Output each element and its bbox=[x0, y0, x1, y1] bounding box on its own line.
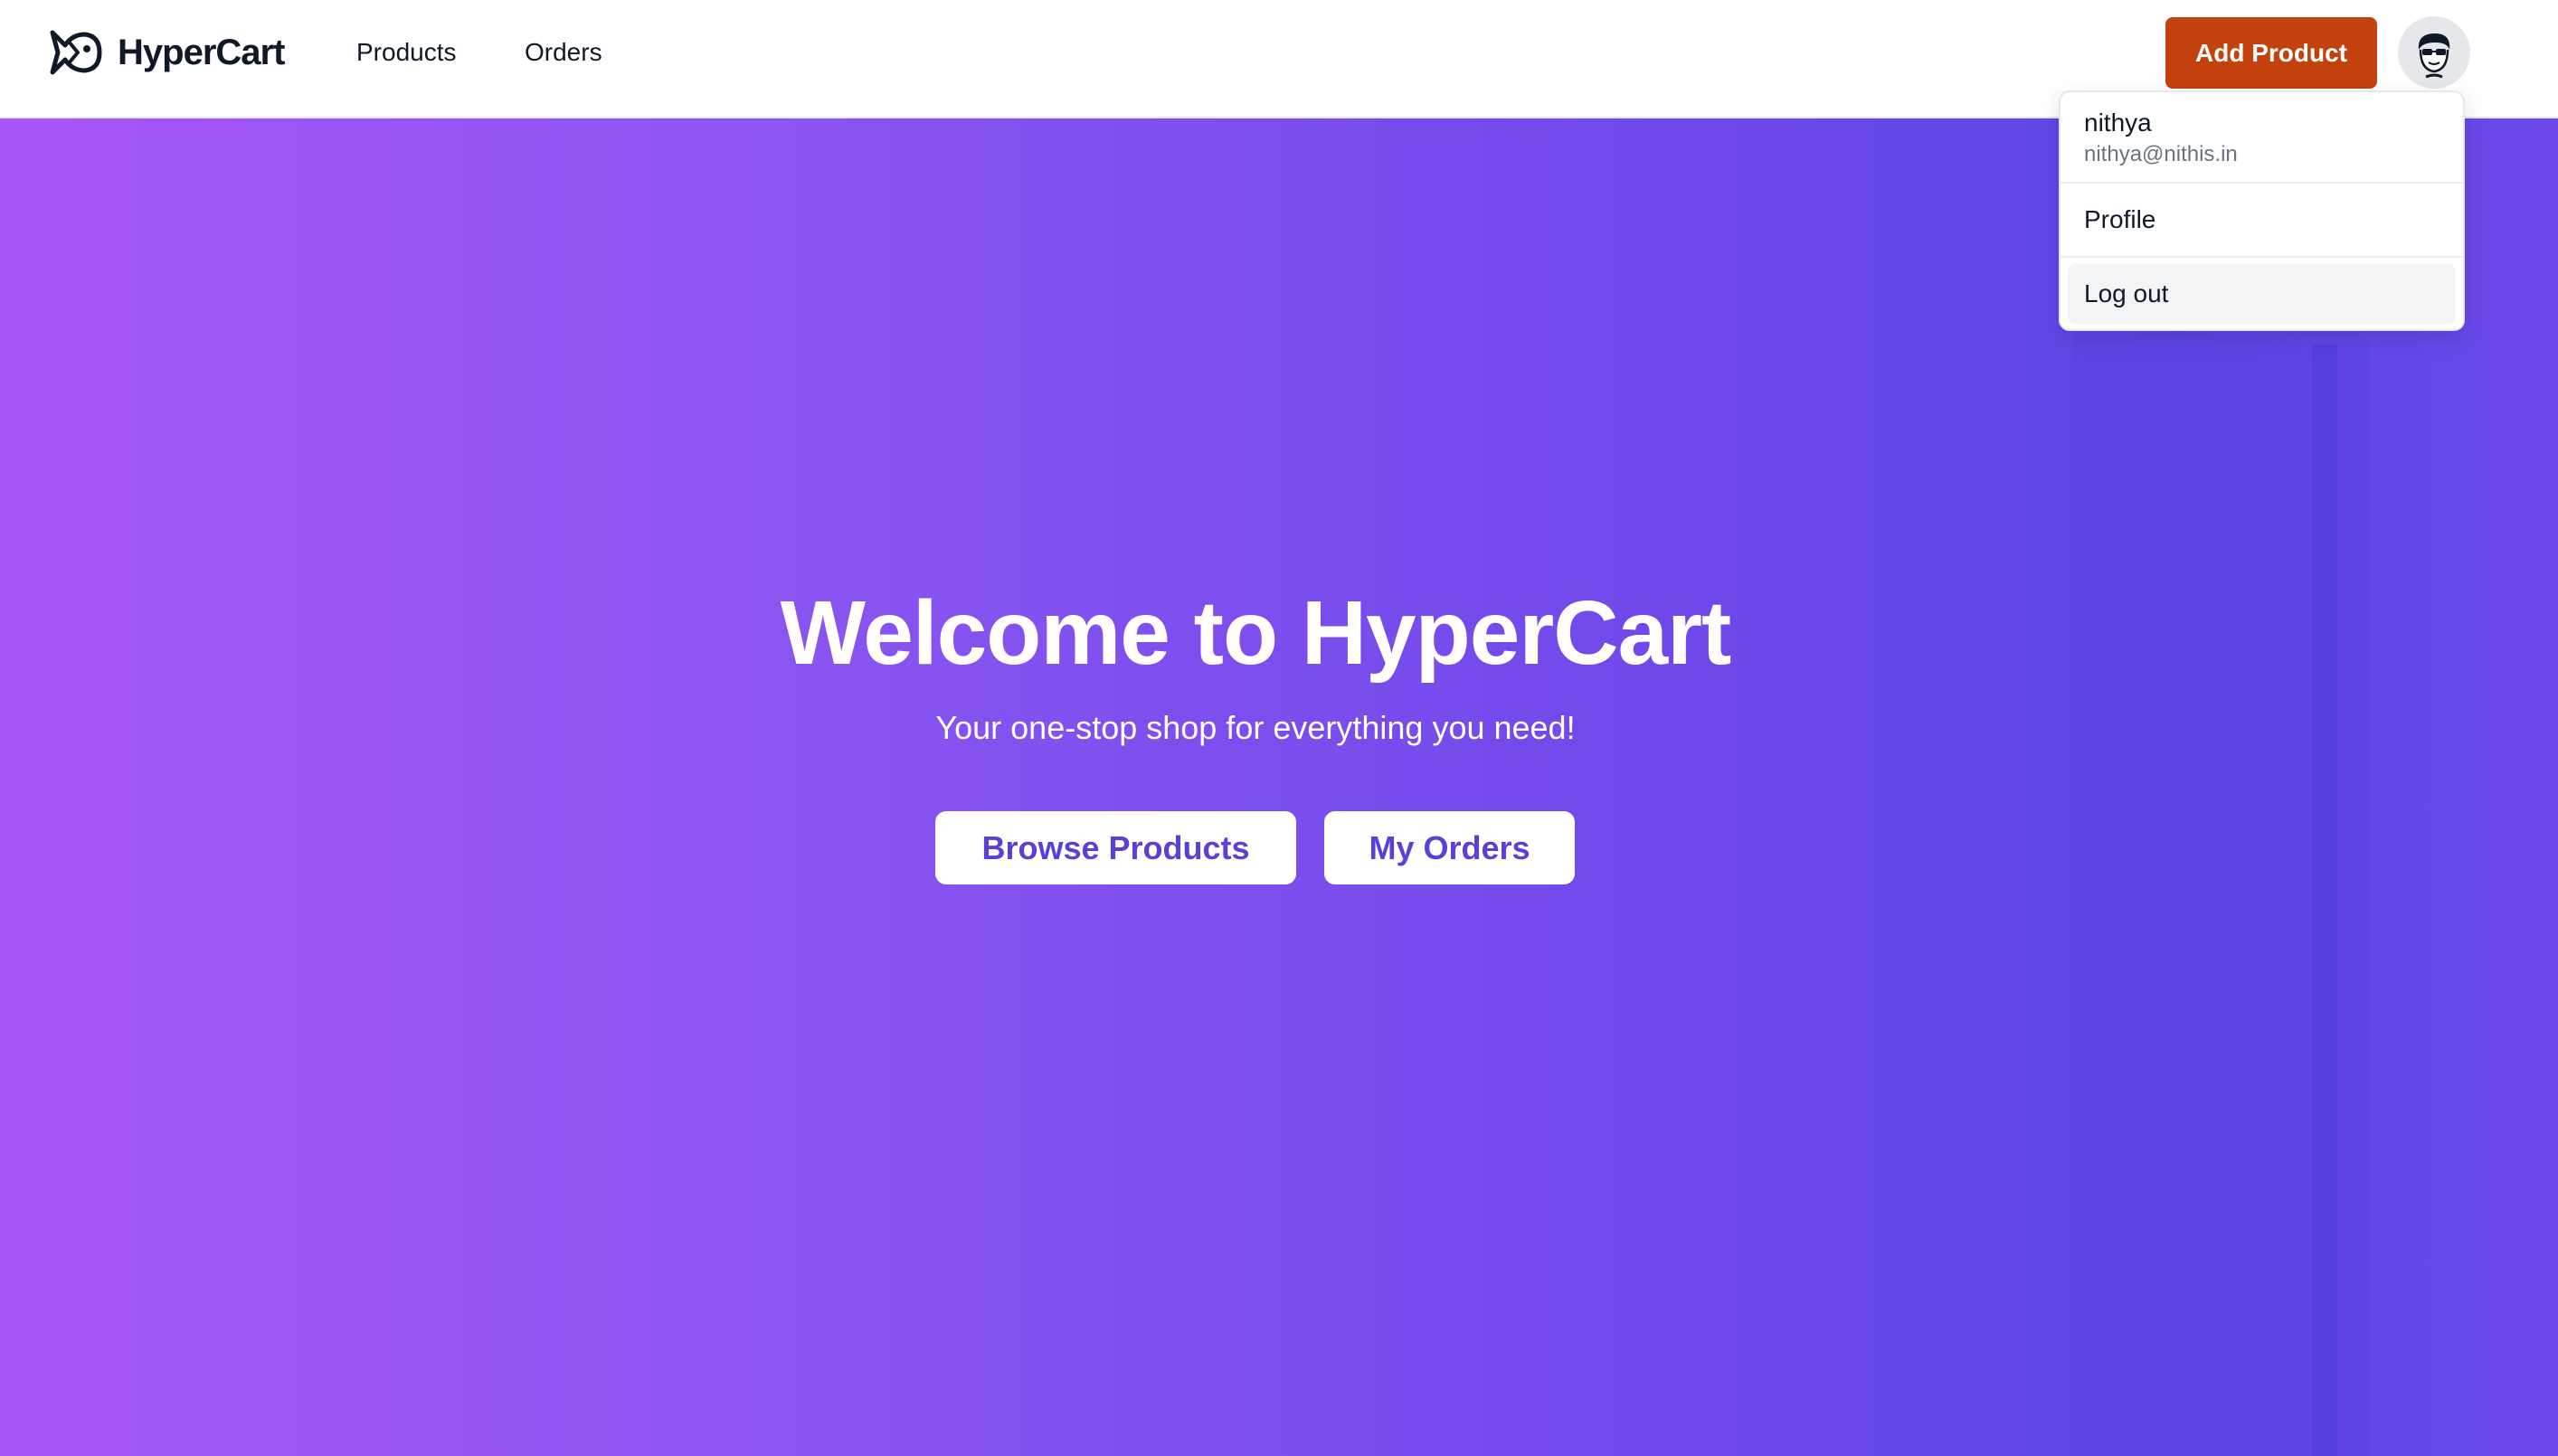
user-dropdown-menu: nithya nithya@nithis.in Profile Log out bbox=[2059, 90, 2465, 331]
browse-products-button[interactable]: Browse Products bbox=[935, 811, 1296, 884]
nav-link-products[interactable]: Products bbox=[356, 34, 457, 71]
hero-background-stripe bbox=[2312, 345, 2337, 1456]
brand-name: HyperCart bbox=[118, 32, 285, 72]
dropdown-user-email: nithya@nithis.in bbox=[2084, 142, 2238, 166]
hero-subtitle: Your one-stop shop for everything you ne… bbox=[935, 709, 1576, 746]
brand-link[interactable]: HyperCart bbox=[47, 25, 285, 80]
nav-link-orders[interactable]: Orders bbox=[525, 34, 602, 71]
dropdown-item-logout[interactable]: Log out bbox=[2068, 264, 2456, 324]
hero-title: Welcome to HyperCart bbox=[780, 582, 1732, 684]
dropdown-item-profile[interactable]: Profile bbox=[2068, 190, 2456, 250]
dropdown-user-name: nithya bbox=[2084, 109, 2152, 137]
fish-logo-icon bbox=[50, 30, 102, 75]
dropdown-divider bbox=[2061, 256, 2463, 258]
dropdown-user-info: nithya nithya@nithis.in bbox=[2084, 105, 2238, 168]
user-avatar-button[interactable] bbox=[2398, 16, 2470, 89]
dropdown-divider bbox=[2061, 182, 2463, 184]
add-product-button[interactable]: Add Product bbox=[2165, 17, 2377, 89]
my-orders-button[interactable]: My Orders bbox=[1324, 811, 1575, 884]
user-avatar-icon bbox=[2418, 33, 2450, 79]
